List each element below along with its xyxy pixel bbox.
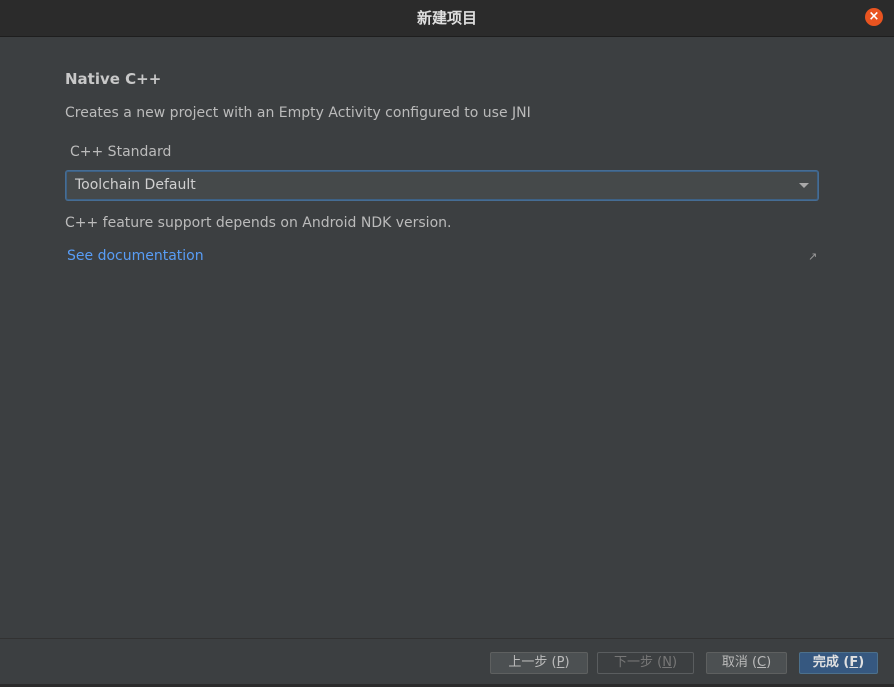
next-button-label: 下一步 ( bbox=[613, 655, 663, 670]
ndk-support-note: C++ feature support depends on Android N… bbox=[65, 215, 452, 231]
cpp-standard-label: C++ Standard bbox=[70, 144, 172, 160]
next-button-mnemonic: N bbox=[662, 655, 672, 670]
previous-button-label: 上一步 ( bbox=[508, 655, 557, 670]
cancel-button-mnemonic: C bbox=[757, 655, 767, 670]
finish-button-mnemonic: F bbox=[849, 655, 859, 670]
cpp-standard-dropdown[interactable]: Toolchain Default bbox=[66, 171, 818, 200]
see-documentation-link[interactable]: See documentation bbox=[67, 248, 204, 264]
close-button[interactable]: × bbox=[865, 8, 883, 26]
window-title: 新建项目 bbox=[416, 9, 477, 27]
cancel-button[interactable]: 取消 (C) bbox=[706, 652, 787, 674]
finish-button-label: 完成 ( bbox=[812, 655, 850, 670]
finish-button[interactable]: 完成 (F) bbox=[799, 652, 878, 674]
chevron-down-icon bbox=[799, 183, 809, 188]
cpp-standard-value: Toolchain Default bbox=[75, 177, 196, 193]
title-bar: 新建项目 × bbox=[0, 0, 894, 37]
template-description: Creates a new project with an Empty Acti… bbox=[65, 105, 531, 121]
close-icon: × bbox=[868, 9, 880, 24]
next-button-suffix: ) bbox=[671, 655, 678, 670]
new-project-dialog: 新建项目 × Native C++ Creates a new project … bbox=[0, 0, 894, 687]
template-heading: Native C++ bbox=[65, 70, 162, 88]
previous-button[interactable]: 上一步 (P) bbox=[490, 652, 588, 674]
footer-divider bbox=[0, 638, 894, 639]
cancel-button-label: 取消 ( bbox=[721, 655, 758, 670]
next-button[interactable]: 下一步 (N) bbox=[597, 652, 694, 674]
external-link-icon: ↗ bbox=[808, 250, 818, 263]
previous-button-suffix: ) bbox=[564, 655, 570, 670]
cancel-button-suffix: ) bbox=[766, 655, 772, 670]
finish-button-suffix: ) bbox=[858, 655, 865, 670]
